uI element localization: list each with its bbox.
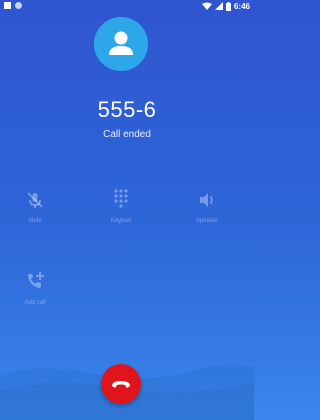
- phone-number: 555-6: [97, 97, 157, 122]
- call-status: Call ended: [103, 129, 151, 140]
- speaker-button[interactable]: Speaker: [182, 190, 232, 224]
- mic-off-icon: [27, 192, 43, 208]
- signal-icon: [214, 2, 223, 10]
- notification-dot-icon: [15, 2, 22, 9]
- add-call-label: Add call: [24, 300, 46, 306]
- volume-icon: [200, 193, 213, 207]
- dialpad-icon: [114, 189, 128, 208]
- notification-icon: [4, 2, 11, 9]
- speaker-label: Speaker: [195, 218, 219, 224]
- status-time: 6:46: [233, 1, 250, 11]
- end-call-icon: [112, 381, 130, 388]
- mute-label: Mute: [28, 218, 42, 224]
- battery-icon: [225, 1, 231, 11]
- keypad-button[interactable]: Keypad: [96, 188, 146, 224]
- add-call-icon: [28, 272, 44, 288]
- keypad-label: Keypad: [110, 218, 132, 224]
- mute-button[interactable]: Mute: [10, 190, 60, 224]
- status-bar: 6:46: [0, 0, 254, 12]
- contact-avatar: [94, 17, 148, 71]
- status-right: 6:46: [201, 0, 250, 12]
- person-icon: [109, 31, 133, 55]
- end-call-button[interactable]: [101, 364, 141, 404]
- wifi-icon: [201, 2, 212, 10]
- add-call-button[interactable]: Add call: [10, 270, 60, 306]
